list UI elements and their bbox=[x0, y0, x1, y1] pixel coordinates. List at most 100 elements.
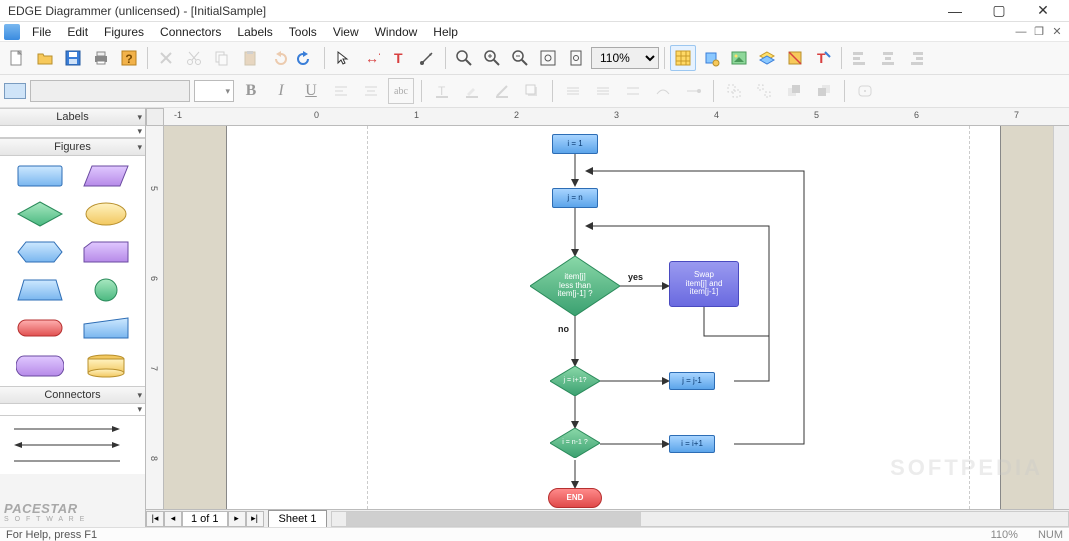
help-button[interactable]: ? bbox=[116, 45, 142, 71]
prev-page-button[interactable]: ◂ bbox=[164, 511, 182, 527]
highlight-button[interactable] bbox=[459, 78, 485, 104]
menu-labels[interactable]: Labels bbox=[229, 23, 280, 41]
node-swap[interactable]: Swap item[j] and item[j-1] bbox=[669, 261, 739, 307]
bold-button[interactable]: B bbox=[238, 78, 264, 104]
sheet-tab[interactable]: Sheet 1 bbox=[268, 510, 328, 528]
grid-button[interactable] bbox=[670, 45, 696, 71]
zoom-tool[interactable] bbox=[451, 45, 477, 71]
node-j-init[interactable]: j = n bbox=[552, 188, 598, 208]
zoom-fit-button[interactable] bbox=[535, 45, 561, 71]
text-tool-2[interactable]: T bbox=[386, 45, 412, 71]
zoom-page-button[interactable] bbox=[563, 45, 589, 71]
shape-cylinder[interactable] bbox=[82, 352, 130, 380]
print-button[interactable] bbox=[88, 45, 114, 71]
select-tool[interactable] bbox=[330, 45, 356, 71]
node-i-inc[interactable]: i = i+1 bbox=[669, 435, 715, 453]
zoom-out-button[interactable] bbox=[507, 45, 533, 71]
italic-button[interactable]: I bbox=[268, 78, 294, 104]
shape-rectangle[interactable] bbox=[16, 162, 64, 190]
undo-button[interactable] bbox=[265, 45, 291, 71]
node-j-dec[interactable]: j = j-1 bbox=[669, 372, 715, 390]
paste-button[interactable] bbox=[237, 45, 263, 71]
menu-figures[interactable]: Figures bbox=[96, 23, 152, 41]
connector-double-arrow[interactable] bbox=[12, 440, 122, 450]
chevron-down-icon[interactable]: ▾ bbox=[137, 404, 142, 415]
styles-button[interactable] bbox=[782, 45, 808, 71]
open-button[interactable] bbox=[32, 45, 58, 71]
menu-view[interactable]: View bbox=[325, 23, 367, 41]
shape-trapezoid[interactable] bbox=[16, 276, 64, 304]
layers-button[interactable] bbox=[754, 45, 780, 71]
group-button[interactable] bbox=[721, 78, 747, 104]
shape-display[interactable] bbox=[16, 352, 64, 380]
shape-hexagon[interactable] bbox=[16, 238, 64, 266]
first-page-button[interactable]: |◂ bbox=[146, 511, 164, 527]
menu-file[interactable]: File bbox=[24, 23, 59, 41]
redo-button[interactable] bbox=[293, 45, 319, 71]
connector-tool[interactable] bbox=[414, 45, 440, 71]
node-decision-i[interactable]: i = n-1 ? bbox=[550, 428, 600, 458]
menu-connectors[interactable]: Connectors bbox=[152, 23, 229, 41]
snap-button[interactable] bbox=[698, 45, 724, 71]
chevron-down-icon[interactable]: ▾ bbox=[137, 126, 142, 137]
maximize-button[interactable]: ▢ bbox=[977, 0, 1021, 22]
line-color-button[interactable] bbox=[489, 78, 515, 104]
horizontal-scrollbar[interactable] bbox=[331, 511, 1069, 527]
vertical-scrollbar[interactable] bbox=[1053, 126, 1069, 509]
line-style-2[interactable] bbox=[590, 78, 616, 104]
connectors-panel-header[interactable]: Connectors▾ bbox=[0, 386, 145, 404]
panel-toggle[interactable] bbox=[4, 83, 26, 99]
shape-terminator[interactable] bbox=[16, 314, 64, 342]
menu-tools[interactable]: Tools bbox=[281, 23, 325, 41]
labels-panel-header[interactable]: Labels▾ bbox=[0, 108, 145, 126]
last-page-button[interactable]: ▸| bbox=[246, 511, 264, 527]
connector-arrow[interactable] bbox=[12, 424, 122, 434]
menu-window[interactable]: Window bbox=[367, 23, 426, 41]
save-button[interactable] bbox=[60, 45, 86, 71]
image-button[interactable] bbox=[726, 45, 752, 71]
node-decision-j[interactable]: j = i+1? bbox=[550, 366, 600, 396]
node-end[interactable]: END bbox=[548, 488, 602, 508]
shape-circle[interactable] bbox=[82, 276, 130, 304]
canvas[interactable]: i = 1 j = n item[j] less than item[j-1] … bbox=[164, 126, 1053, 509]
node-i-init[interactable]: i = 1 bbox=[552, 134, 598, 154]
delete-button[interactable] bbox=[153, 45, 179, 71]
minimize-button[interactable]: — bbox=[933, 0, 977, 22]
properties-button[interactable] bbox=[852, 78, 878, 104]
text-style-button[interactable]: T bbox=[810, 45, 836, 71]
figures-panel-header[interactable]: Figures▾ bbox=[0, 138, 145, 156]
line-style-3[interactable] bbox=[620, 78, 646, 104]
mdi-close-button[interactable]: ✕ bbox=[1049, 25, 1065, 39]
align-left-button[interactable] bbox=[847, 45, 873, 71]
label-button[interactable]: abc bbox=[388, 78, 414, 104]
text-color-button[interactable]: T bbox=[429, 78, 455, 104]
underline-button[interactable]: U bbox=[298, 78, 324, 104]
shape-diamond[interactable] bbox=[16, 200, 64, 228]
arrow-style-2[interactable] bbox=[680, 78, 706, 104]
zoom-select[interactable]: 110% bbox=[591, 47, 659, 69]
fill-color-swatch[interactable] bbox=[194, 80, 234, 102]
next-page-button[interactable]: ▸ bbox=[228, 511, 246, 527]
font-combo[interactable] bbox=[30, 80, 190, 102]
new-button[interactable] bbox=[4, 45, 30, 71]
align-center-button[interactable] bbox=[875, 45, 901, 71]
align-text-left-button[interactable] bbox=[328, 78, 354, 104]
send-back-button[interactable] bbox=[811, 78, 837, 104]
connector-line[interactable] bbox=[12, 456, 122, 466]
shape-ellipse[interactable] bbox=[82, 200, 130, 228]
mdi-minimize-button[interactable]: — bbox=[1013, 25, 1029, 39]
menu-help[interactable]: Help bbox=[425, 23, 466, 41]
menu-edit[interactable]: Edit bbox=[59, 23, 96, 41]
shadow-button[interactable] bbox=[519, 78, 545, 104]
ungroup-button[interactable] bbox=[751, 78, 777, 104]
copy-button[interactable] bbox=[209, 45, 235, 71]
bring-front-button[interactable] bbox=[781, 78, 807, 104]
mdi-restore-button[interactable]: ❐ bbox=[1031, 25, 1047, 39]
close-button[interactable]: ✕ bbox=[1021, 0, 1065, 22]
shape-parallelogram[interactable] bbox=[82, 162, 130, 190]
cut-button[interactable] bbox=[181, 45, 207, 71]
text-tool[interactable]: ↔T bbox=[358, 45, 384, 71]
shape-card[interactable] bbox=[82, 238, 130, 266]
line-style-1[interactable] bbox=[560, 78, 586, 104]
shape-manual-input[interactable] bbox=[82, 314, 130, 342]
